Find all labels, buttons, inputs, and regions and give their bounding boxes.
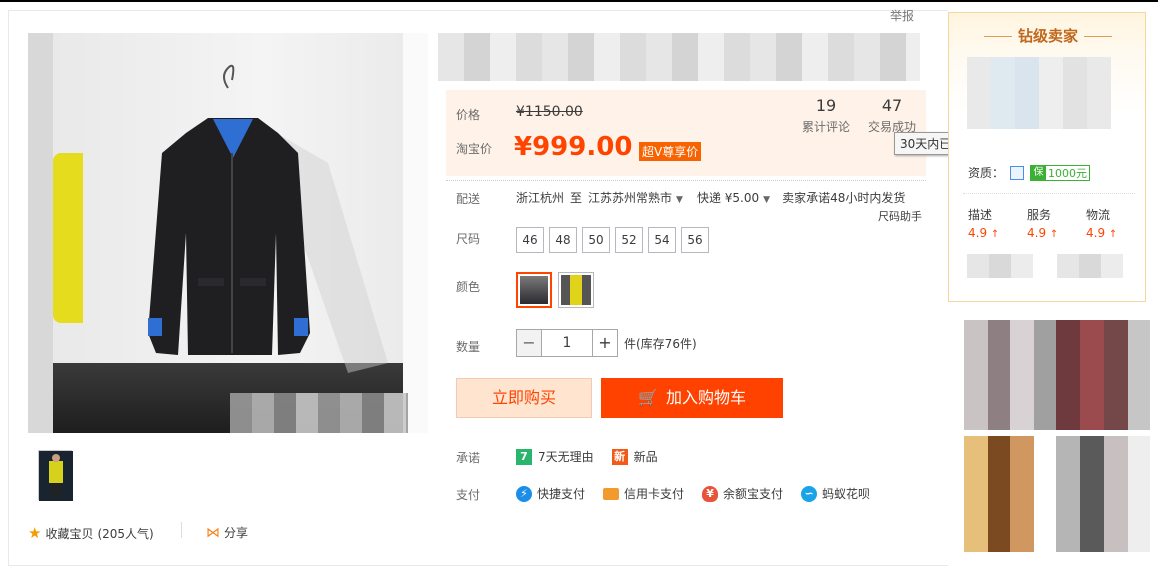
thumbnail-model-icon (39, 451, 73, 501)
score-service: 服务 4.9 ↑ (1027, 208, 1059, 240)
quantity-input[interactable]: 1 (542, 329, 592, 357)
ship-from: 浙江杭州 (516, 191, 565, 205)
decrease-button[interactable]: − (516, 329, 542, 357)
color-swatch-yellow[interactable] (558, 272, 594, 308)
caret-down-icon: ▼ (676, 195, 683, 205)
size-option[interactable]: 48 (549, 227, 577, 253)
star-icon: ★ (28, 524, 42, 542)
color-swatch-black[interactable] (516, 272, 552, 308)
deposit-badge[interactable]: 保 1000元 (1030, 164, 1091, 181)
seller-level-title: 钻级卖家 (949, 25, 1147, 46)
size-options: 46 48 50 52 54 56 (516, 227, 709, 253)
share-label: 分享 (224, 526, 249, 540)
size-option[interactable]: 50 (582, 227, 610, 253)
stock-info: 件(库存76件) (624, 336, 697, 351)
share-icon: ⋈ (206, 524, 220, 541)
black-jacket-thumb (520, 276, 548, 304)
size-option[interactable]: 54 (648, 227, 676, 253)
add-cart-label: 加入购物车 (665, 388, 746, 407)
cart-icon: 🛒 (638, 388, 658, 407)
seller-qualification: 资质： 保 1000元 (968, 164, 1091, 181)
arrow-up-icon: ↑ (1049, 229, 1059, 240)
promise-items: 7 7天无理由 新 新品 (516, 448, 658, 465)
size-option[interactable]: 56 (681, 227, 709, 253)
quick-pay-icon: ⚡ (516, 485, 532, 502)
credit-card-icon (603, 487, 620, 500)
new-item-icon: 新 (611, 448, 628, 465)
report-link[interactable]: 举报 (890, 7, 914, 24)
payment-label: 支付 (456, 488, 481, 502)
yuebao-icon: ¥ (702, 485, 719, 502)
black-jacket-illustration (148, 64, 388, 373)
top-border (0, 0, 1158, 2)
size-label: 尺码 (456, 232, 481, 246)
taobao-price-label: 淘宝价 (456, 142, 493, 156)
current-price: ¥999.00 (514, 132, 633, 162)
size-option[interactable]: 52 (615, 227, 643, 253)
seven-day-return[interactable]: 7天无理由 (538, 448, 594, 465)
main-product-image[interactable] (28, 33, 428, 433)
price-panel: 价格 ¥1150.00 淘宝价 ¥999.00 超V尊享价 19 累计评论 47… (446, 90, 926, 176)
delivery-label: 配送 (456, 192, 481, 206)
product-title-blurred (438, 33, 920, 81)
increase-button[interactable]: + (592, 329, 618, 357)
favorite-count: (205人气) (97, 526, 154, 541)
qualification-label: 资质： (968, 166, 1005, 180)
arrow-up-icon: ↑ (1108, 229, 1118, 240)
price-label: 价格 (456, 108, 481, 122)
score-logistics: 物流 4.9 ↑ (1086, 208, 1118, 240)
ship-to-word: 至 (570, 191, 583, 205)
color-options (516, 272, 594, 308)
watermark-blur (230, 393, 408, 433)
shop-name-blurred[interactable] (967, 57, 1111, 129)
arrow-up-icon: ↑ (990, 229, 1000, 240)
credit-card-pay[interactable]: 信用卡支付 (603, 485, 684, 502)
deposit-icon: 保 (1031, 165, 1047, 180)
review-count[interactable]: 19 累计评论 (798, 96, 854, 135)
recommended-items-blurred[interactable] (964, 320, 1150, 430)
buy-now-button[interactable]: 立即购买 (456, 378, 592, 418)
divider (963, 193, 1135, 194)
size-helper-link[interactable]: 尺码助手 (878, 208, 922, 224)
divider (446, 180, 926, 181)
yellow-jacket-thumb (561, 275, 591, 305)
new-item-label[interactable]: 新品 (634, 448, 658, 465)
share-button[interactable]: ⋈ 分享 (206, 524, 248, 541)
destination-select[interactable]: 江苏苏州常熟市 ▼ (588, 189, 683, 206)
quantity-label: 数量 (456, 340, 481, 354)
color-label: 颜色 (456, 280, 481, 294)
caret-down-icon: ▼ (763, 195, 771, 205)
score-description: 描述 4.9 ↑ (968, 208, 1000, 240)
add-to-cart-button[interactable]: 🛒 加入购物车 (601, 378, 783, 418)
deal-count[interactable]: 47 交易成功 (864, 96, 920, 135)
quantity-stepper: − 1 + 件(库存76件) (516, 329, 697, 357)
promise-label: 承诺 (456, 451, 481, 465)
yuebao-pay[interactable]: ¥ 余额宝支付 (702, 485, 783, 502)
shop-buttons-blurred[interactable] (967, 254, 1127, 278)
ship-promise: 卖家承诺48小时内发货 (782, 191, 906, 205)
seller-scores: 描述 4.9 ↑ 服务 4.9 ↑ 物流 4.9 ↑ (968, 206, 1145, 240)
huabei-icon: ∽ (801, 485, 818, 502)
payment-methods: ⚡ 快捷支付 信用卡支付 ¥ 余额宝支付 ∽ 蚂蚁花呗 (516, 485, 888, 502)
delivery-info: 浙江杭州 至 江苏苏州常熟市 ▼ 快递 ¥5.00 ▼ 卖家承诺48小时内发货 (516, 189, 905, 206)
quick-pay[interactable]: ⚡ 快捷支付 (516, 485, 585, 502)
favorite-button[interactable]: ★ 收藏宝贝 (205人气) (28, 524, 154, 542)
certificate-icon[interactable] (1010, 165, 1025, 180)
seven-day-icon: 7 (516, 448, 532, 465)
favorite-label: 收藏宝贝 (45, 526, 94, 541)
size-option[interactable]: 46 (516, 227, 544, 253)
original-price: ¥1150.00 (516, 104, 583, 120)
huabei-pay[interactable]: ∽ 蚂蚁花呗 (801, 485, 870, 502)
recommended-items-blurred[interactable] (964, 436, 1150, 552)
divider (181, 522, 182, 538)
seller-panel: 钻级卖家 资质： 保 1000元 描述 4.9 ↑ 服务 4.9 ↑ 物流 4.9… (948, 12, 1146, 302)
gallery-thumbnail[interactable] (38, 450, 73, 501)
express-select[interactable]: 快递 ¥5.00 ▼ (697, 189, 770, 206)
vip-price-badge: 超V尊享价 (639, 142, 702, 161)
